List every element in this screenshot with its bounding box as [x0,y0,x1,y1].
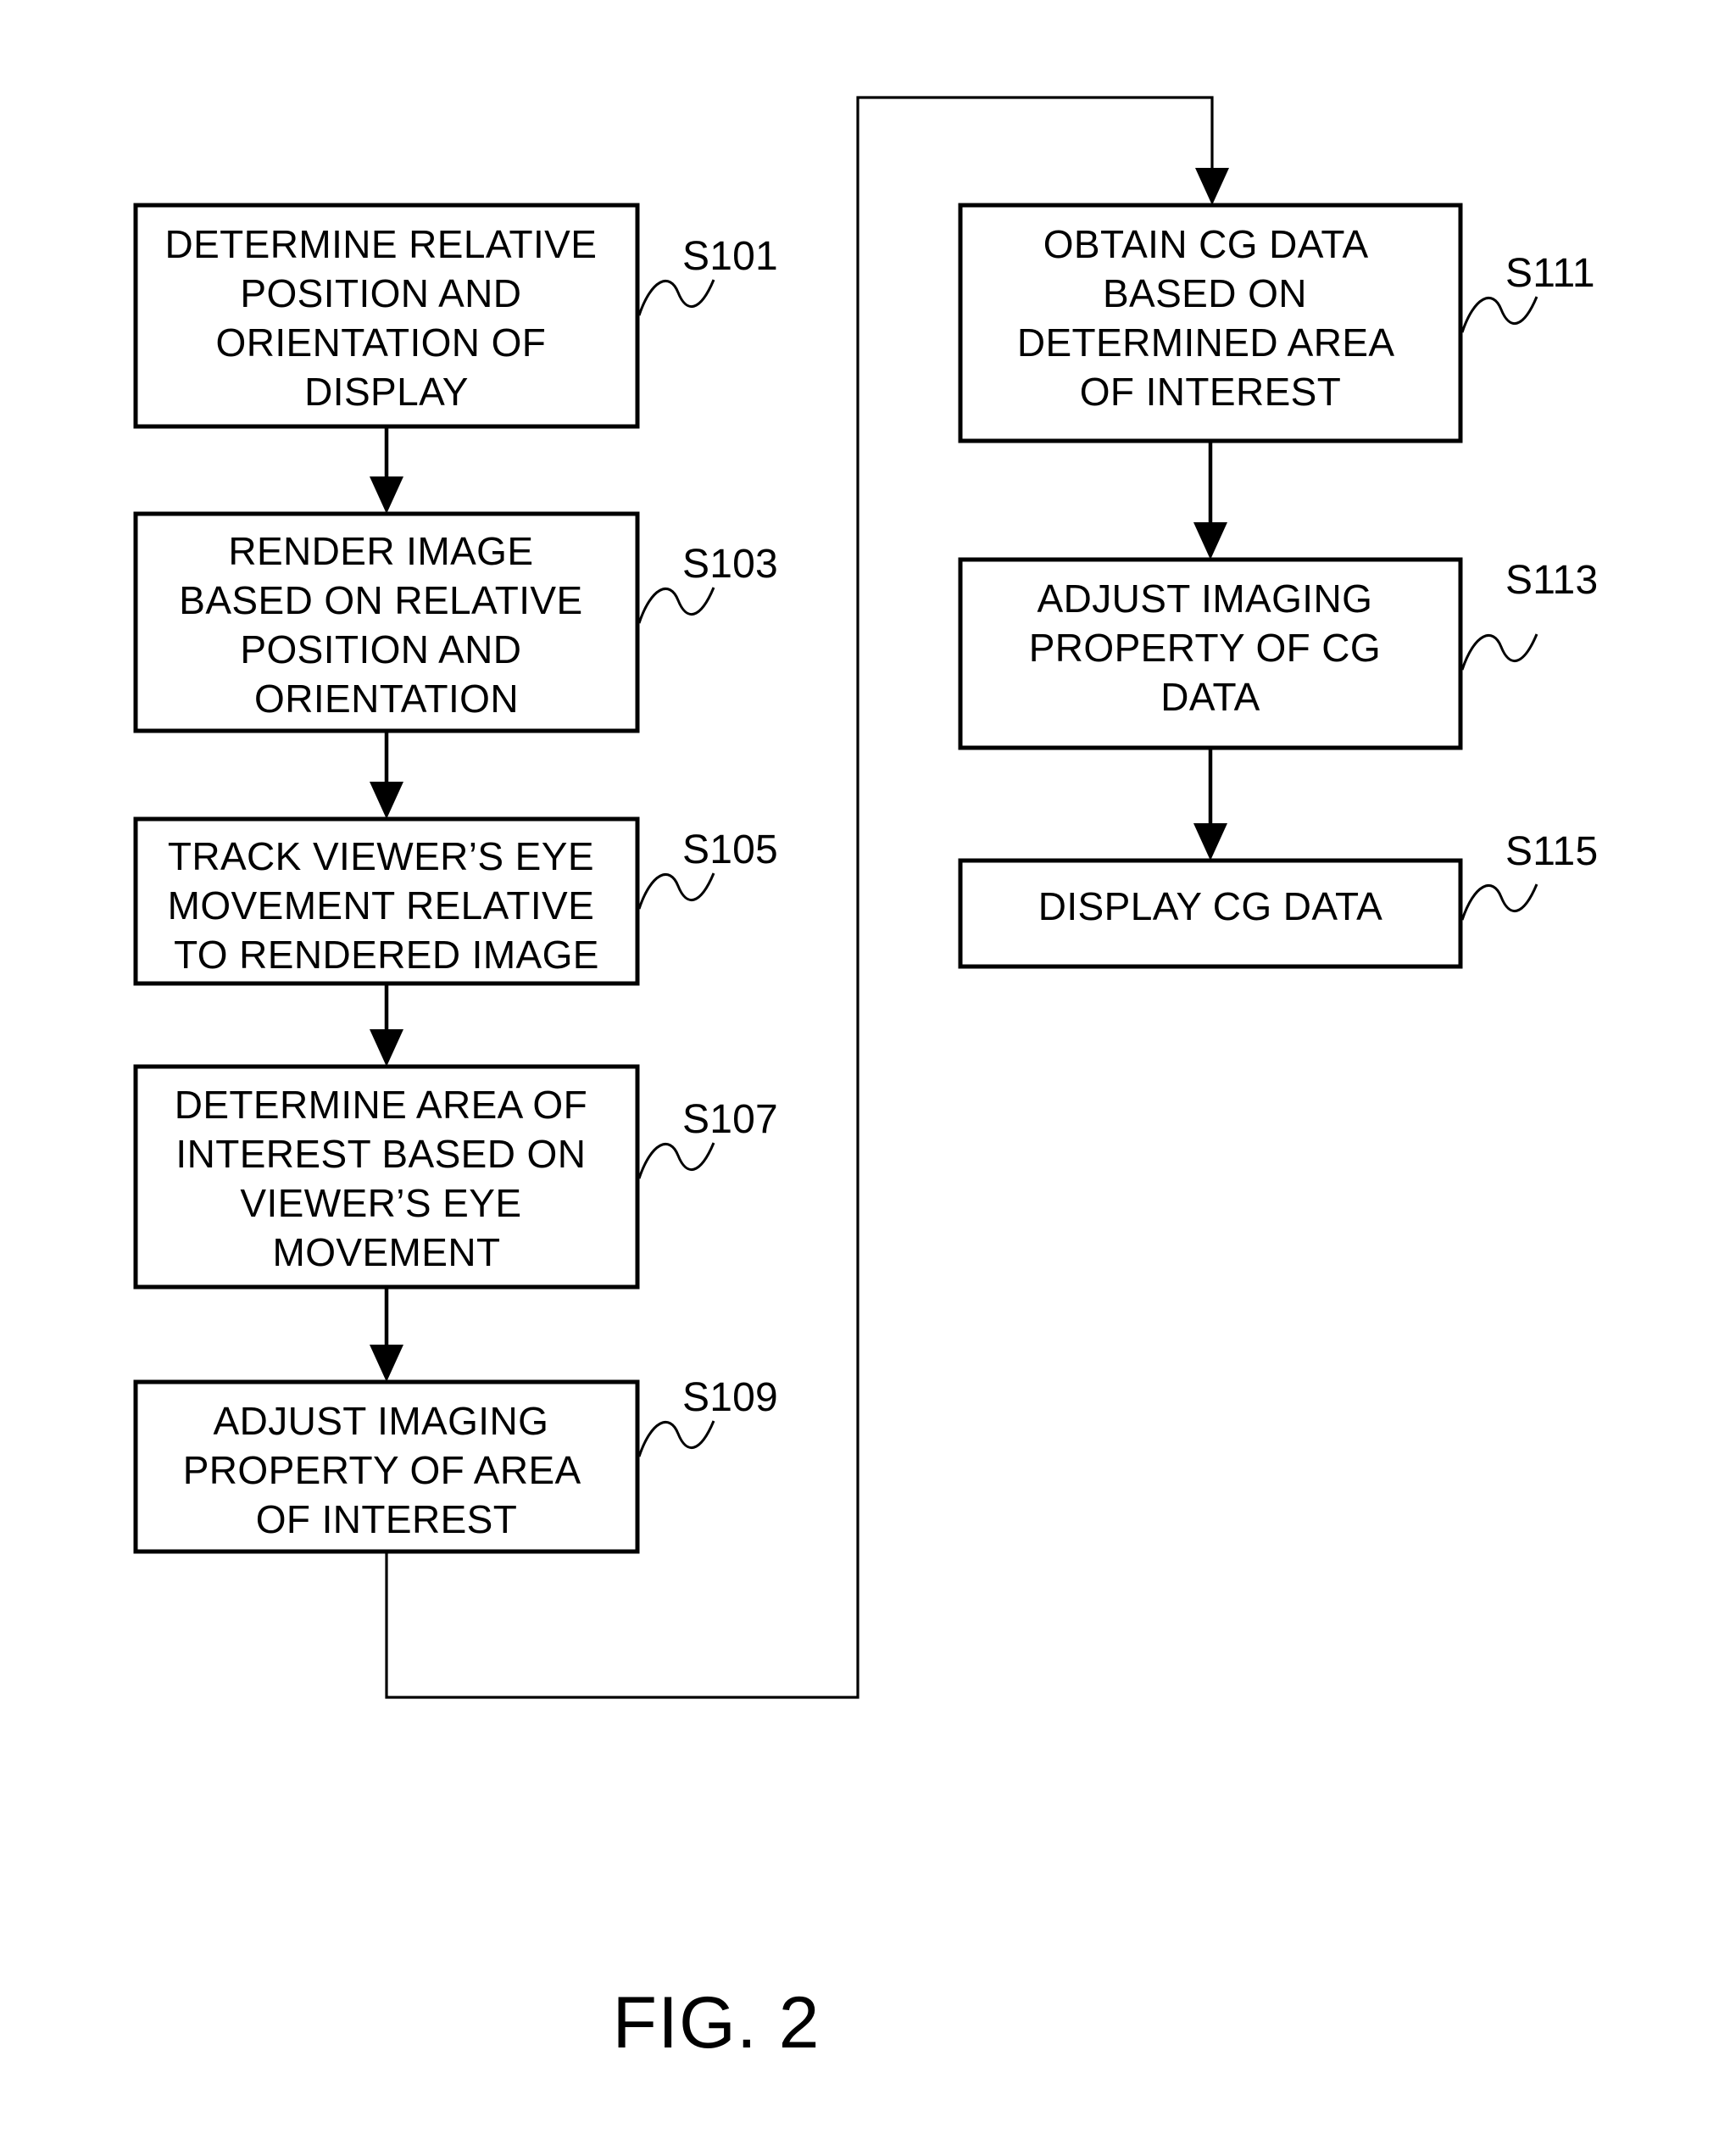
step-label-s101: S101 [682,234,778,279]
flow-node-s107: DETERMINE AREA OF INTEREST BASED ON VIEW… [133,1064,640,1290]
flow-node-s109: ADJUST IMAGING PROPERTY OF AREA OF INTER… [133,1379,640,1554]
step-reference-s115: S115 [1460,829,1598,921]
step-label-s107: S107 [682,1097,778,1142]
flowchart-canvas: DETERMINE RELATIVE POSITION AND ORIENTAT… [133,96,1598,2064]
node-text-s115: DISPLAY CG DATA [1038,884,1382,928]
leader-squiggle [637,587,715,624]
connector-s111-to-s113 [1193,441,1227,560]
connector-s107-to-s109 [370,1287,403,1382]
step-reference-s101: S101 [637,234,778,316]
patent-figure: DETERMINE RELATIVE POSITION AND ORIENTAT… [0,0,1719,2156]
step-label-s109: S109 [682,1375,778,1420]
step-reference-s107: S107 [637,1097,778,1179]
leader-squiggle [1460,296,1538,333]
flow-node-s103: RENDER IMAGE BASED ON RELATIVE POSITION … [133,511,640,733]
step-label-s105: S105 [682,827,778,872]
flow-node-s113: ADJUST IMAGING PROPERTY OF CG DATA [958,557,1463,750]
step-label-s115: S115 [1505,829,1598,874]
connector-s113-to-s115 [1193,748,1227,861]
step-reference-s113: S113 [1460,558,1598,671]
arrow-head-icon [370,476,403,514]
arrow-head-icon [370,1345,403,1382]
leader-squiggle [637,1142,715,1179]
flow-node-s105: TRACK VIEWER’S EYE MOVEMENT RELATIVE TO … [133,816,640,986]
leader-squiggle [637,1420,715,1457]
flow-node-s111: OBTAIN CG DATA BASED ON DETERMINED AREA … [958,203,1463,443]
leader-squiggle [637,872,715,910]
connector-s101-to-s103 [370,426,403,514]
arrow-head-icon [370,782,403,819]
arrow-head-icon [1193,522,1227,560]
connector-s103-to-s105 [370,731,403,819]
figure-caption: FIG. 2 [613,1982,821,2064]
arrow-head-icon [1193,823,1227,861]
step-label-s103: S103 [682,542,778,587]
step-reference-s111: S111 [1460,251,1595,333]
flow-node-s115: DISPLAY CG DATA [958,858,1463,969]
leader-squiggle [637,279,715,316]
step-label-s111: S111 [1505,251,1595,296]
node-text-s105: TRACK VIEWER’S EYE MOVEMENT RELATIVE TO … [168,834,606,977]
step-reference-s109: S109 [637,1375,778,1457]
step-reference-s103: S103 [637,542,778,624]
leader-squiggle [1460,633,1538,671]
flow-node-s101: DETERMINE RELATIVE POSITION AND ORIENTAT… [133,203,640,429]
arrow-head-icon [370,1029,403,1067]
connector-s105-to-s107 [370,983,403,1067]
step-label-s113: S113 [1505,558,1598,603]
step-reference-s105: S105 [637,827,778,910]
arrow-head-icon [1195,168,1229,205]
leader-squiggle [1460,883,1538,921]
